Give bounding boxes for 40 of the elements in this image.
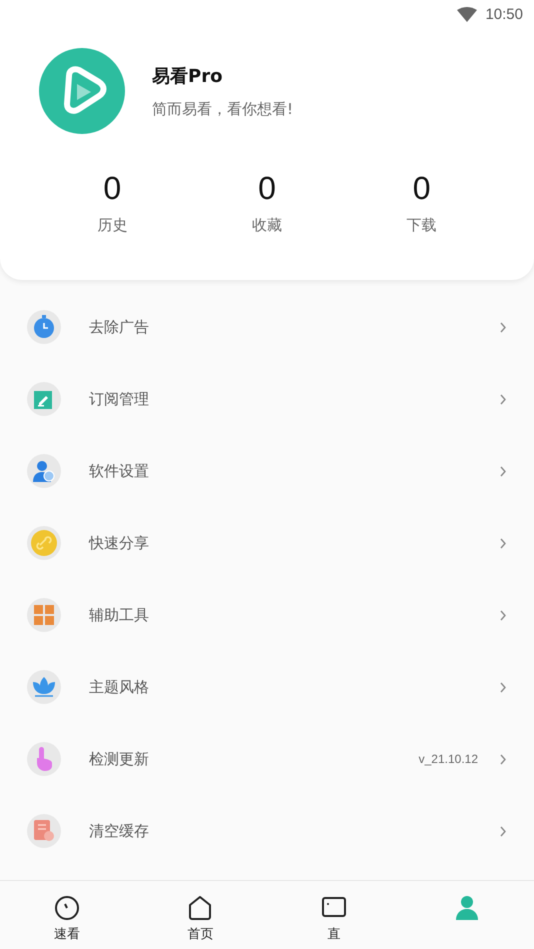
wifi-icon — [457, 6, 478, 22]
nav-tab[interactable]: 首页 — [134, 881, 267, 949]
chevron-right-icon — [500, 466, 506, 476]
chevron-right-icon — [500, 394, 506, 404]
menu-item[interactable]: 主题风格 — [0, 651, 534, 723]
menu-item[interactable]: 去除广告 — [0, 291, 534, 363]
menu-item[interactable]: 快速分享 — [0, 507, 534, 579]
stat-count: 0 — [412, 172, 431, 204]
menu-item[interactable]: 清空缓存 — [0, 795, 534, 867]
nav-tab[interactable]: 速看 — [0, 881, 134, 949]
chevron-right-icon — [500, 682, 506, 692]
app-name: 易看Pro — [152, 64, 224, 88]
stat-count: 0 — [103, 172, 122, 204]
grid-icon — [34, 605, 54, 625]
chevron-right-icon — [500, 538, 506, 548]
stat-label: 历史 — [97, 216, 128, 235]
menu-item[interactable]: 订阅管理 — [0, 363, 534, 435]
chevron-right-icon — [500, 610, 506, 620]
chevron-right-icon — [500, 826, 506, 836]
user-icon — [33, 460, 55, 482]
hand-icon — [34, 747, 54, 771]
stat-label: 收藏 — [252, 216, 282, 235]
status-time: 10:50 — [485, 6, 523, 22]
nav-tab[interactable]: 直 — [267, 881, 400, 949]
app-slogan: 简而易看，看你想看! — [152, 100, 294, 118]
stat-label: 下载 — [406, 216, 437, 235]
stat-count: 0 — [258, 172, 276, 204]
menu-item[interactable]: 检测更新 v_21.10.12 — [0, 723, 534, 795]
clock-icon — [33, 315, 55, 339]
link-icon — [31, 530, 57, 556]
clock-icon — [54, 895, 80, 921]
menu-item[interactable]: 辅助工具 — [0, 579, 534, 651]
edit-icon — [34, 389, 54, 409]
chevron-right-icon — [500, 754, 506, 764]
chevron-right-icon — [500, 322, 506, 332]
menu-item[interactable]: 软件设置 — [0, 435, 534, 507]
document-icon — [34, 820, 54, 842]
lotus-icon — [32, 677, 56, 697]
home-icon — [188, 895, 212, 921]
user-icon — [455, 895, 480, 921]
